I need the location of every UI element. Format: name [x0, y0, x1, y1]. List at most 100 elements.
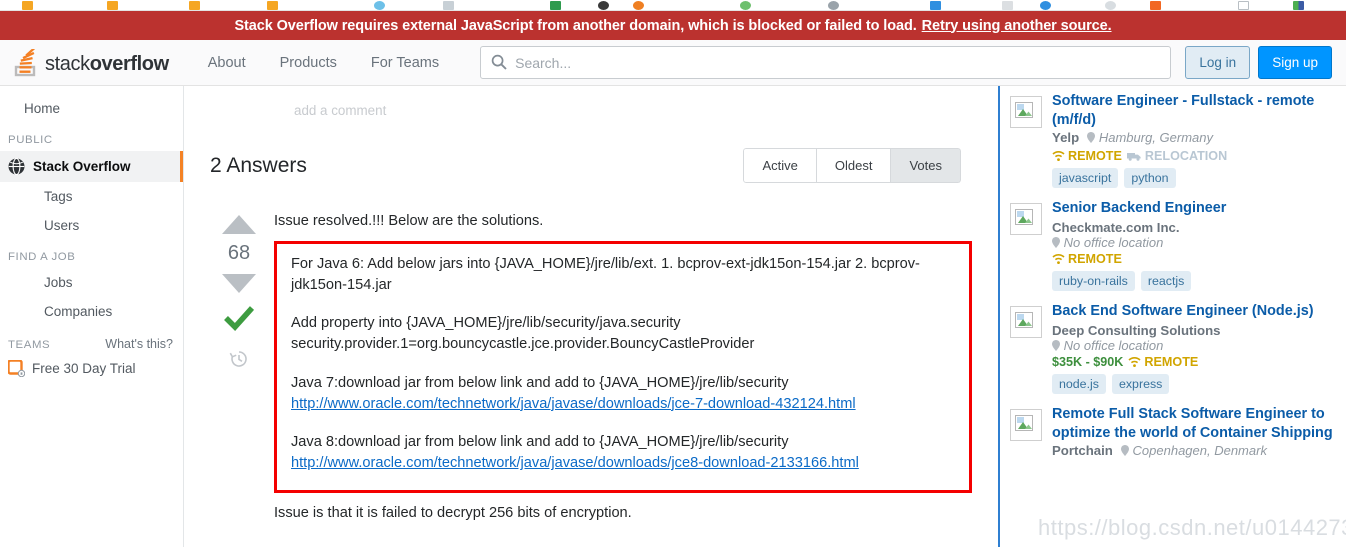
- sidebar-section-public-label: PUBLIC: [8, 134, 53, 146]
- remote-badge-label: REMOTE: [1068, 149, 1122, 164]
- drive-icon[interactable]: [828, 1, 839, 10]
- sidebar-item-companies[interactable]: Companies: [0, 297, 183, 326]
- watermark: https://blog.csdn.net/u014427391: [1038, 515, 1346, 540]
- bookmark-icon[interactable]: [107, 1, 118, 10]
- answer-property-line1: Add property into {JAVA_HOME}/jre/lib/se…: [291, 315, 681, 332]
- sidebar-item-jobs[interactable]: Jobs: [0, 268, 183, 297]
- remote-badge: REMOTE: [1052, 252, 1122, 266]
- highlighted-answer-region: For Java 6: Add below jars into {JAVA_HO…: [274, 241, 972, 494]
- whats-this-link[interactable]: What's this?: [105, 337, 173, 351]
- remote-badge-label: REMOTE: [1068, 252, 1122, 267]
- sidebar-item-stack-overflow[interactable]: Stack Overflow: [0, 151, 183, 182]
- job-tag[interactable]: express: [1111, 373, 1170, 394]
- browser-bookmark-bar[interactable]: [0, 0, 1346, 11]
- job-tag[interactable]: javascript: [1052, 168, 1119, 189]
- search-input[interactable]: Search...: [480, 46, 1172, 79]
- logo-text-light: stack: [45, 52, 90, 75]
- salary-badge: $35K - $90K: [1052, 354, 1124, 369]
- jce8-download-link[interactable]: http://www.oracle.com/technetwork/java/j…: [291, 455, 859, 471]
- tab-active[interactable]: Active: [743, 148, 817, 183]
- retry-link[interactable]: Retry using another source.: [922, 18, 1112, 34]
- revision-history-icon[interactable]: [229, 349, 249, 369]
- bookmark-icon[interactable]: [189, 1, 200, 10]
- answer-paragraph-java8: Java 8:download jar from below link and …: [291, 432, 955, 474]
- sidebar-item-label: Stack Overflow: [33, 159, 131, 174]
- sidebar-item-free-trial[interactable]: Free 30 Day Trial: [0, 356, 183, 381]
- job-company: Portchain: [1052, 443, 1113, 459]
- bookmark-icon[interactable]: [267, 1, 278, 10]
- stackoverflow-logo[interactable]: stackoverflow: [14, 46, 169, 77]
- stackoverflow-logo-icon: [14, 46, 40, 77]
- twitter-icon[interactable]: [1040, 1, 1051, 10]
- answer-paragraph-property: Add property into {JAVA_HOME}/jre/lib/se…: [291, 313, 955, 355]
- job-tag[interactable]: node.js: [1052, 373, 1106, 394]
- job-listing[interactable]: Software Engineer - Fullstack - remote (…: [1010, 92, 1336, 189]
- sidebar-trial-label: Free 30 Day Trial: [32, 361, 136, 376]
- downvote-arrow-icon[interactable]: [222, 274, 256, 293]
- answers-header: 2 Answers Active Oldest Votes: [210, 148, 972, 183]
- flame-icon[interactable]: [1150, 1, 1161, 10]
- sidebar-section-find-a-job: FIND A JOB: [0, 240, 183, 268]
- job-tag[interactable]: ruby-on-rails: [1052, 271, 1135, 292]
- job-title[interactable]: Software Engineer - Fullstack - remote (…: [1052, 92, 1336, 129]
- answer-item: 68 Issue resolved.!!! Below are the solu…: [210, 205, 972, 521]
- window-icon[interactable]: [1238, 1, 1249, 10]
- sidebar-item-users[interactable]: Users: [0, 211, 183, 240]
- sidebar-section-teams: TEAMS What's this?: [0, 326, 183, 356]
- bookmark-icon[interactable]: [22, 1, 33, 10]
- login-button[interactable]: Log in: [1185, 46, 1251, 79]
- job-listing[interactable]: Remote Full Stack Software Engineer to o…: [1010, 405, 1336, 460]
- job-tag[interactable]: reactjs: [1140, 271, 1192, 292]
- add-comment-link[interactable]: add a comment: [210, 86, 972, 118]
- job-info: Software Engineer - Fullstack - remote (…: [1052, 92, 1336, 189]
- chrome-icon[interactable]: [598, 1, 609, 10]
- nav-about[interactable]: About: [191, 40, 263, 86]
- sidebar-item-tags[interactable]: Tags: [0, 182, 183, 211]
- signup-button[interactable]: Sign up: [1258, 46, 1332, 79]
- apple-icon[interactable]: [740, 1, 751, 10]
- answer-property-line2: security.provider.1=org.bouncycastle.jce…: [291, 336, 755, 353]
- search-container[interactable]: Search...: [480, 46, 1172, 79]
- sidebar-section-job-label: FIND A JOB: [8, 251, 76, 263]
- job-tags: javascript python: [1052, 168, 1336, 189]
- answer-body: Issue resolved.!!! Below are the solutio…: [268, 205, 972, 521]
- nav-products[interactable]: Products: [263, 40, 354, 86]
- job-title[interactable]: Remote Full Stack Software Engineer to o…: [1052, 405, 1336, 442]
- main-content: add a comment 2 Answers Active Oldest Vo…: [184, 86, 998, 547]
- sidebar-section-teams-label: TEAMS: [8, 339, 51, 351]
- page-icon[interactable]: [443, 1, 454, 10]
- download-icon[interactable]: [1002, 1, 1013, 10]
- firefox-icon[interactable]: [633, 1, 644, 10]
- job-title[interactable]: Senior Backend Engineer: [1052, 199, 1336, 218]
- job-info: Senior Backend Engineer Checkmate.com In…: [1052, 199, 1336, 292]
- logo-wordmark: stackoverflow: [45, 54, 169, 77]
- sun-icon[interactable]: [1105, 1, 1116, 10]
- job-company: Deep Consulting Solutions: [1052, 322, 1221, 338]
- job-title[interactable]: Back End Software Engineer (Node.js): [1052, 302, 1336, 321]
- answer-sort-tabs: Active Oldest Votes: [743, 148, 961, 183]
- tab-oldest[interactable]: Oldest: [816, 148, 892, 183]
- answer-paragraph-java7: Java 7:download jar from below link and …: [291, 373, 955, 415]
- job-tag[interactable]: python: [1124, 168, 1176, 189]
- job-badges: REMOTE RELOCATION: [1052, 149, 1336, 163]
- grid-icon[interactable]: [1293, 1, 1304, 10]
- remote-badge-label: REMOTE: [1144, 354, 1199, 369]
- job-badges: $35K - $90K REMOTE: [1052, 355, 1336, 369]
- nav-for-teams[interactable]: For Teams: [354, 40, 456, 86]
- cloud-icon[interactable]: [930, 1, 941, 10]
- job-info: Back End Software Engineer (Node.js) Dee…: [1052, 302, 1336, 394]
- jce7-download-link[interactable]: http://www.oracle.com/technetwork/java/j…: [291, 396, 856, 412]
- javascript-blocked-banner: Stack Overflow requires external JavaScr…: [0, 11, 1346, 40]
- vote-count: 68: [227, 242, 251, 264]
- job-location-text: No office location: [1063, 337, 1164, 353]
- sidebar-item-home[interactable]: Home: [0, 94, 183, 123]
- globe-icon[interactable]: [374, 1, 385, 10]
- leaf-icon[interactable]: [550, 1, 561, 10]
- job-logo-placeholder-icon: [1010, 408, 1042, 441]
- job-location: No office location: [1052, 338, 1336, 353]
- upvote-arrow-icon[interactable]: [222, 215, 256, 234]
- globe-icon: [8, 157, 25, 176]
- job-listing[interactable]: Back End Software Engineer (Node.js) Dee…: [1010, 302, 1336, 394]
- job-listing[interactable]: Senior Backend Engineer Checkmate.com In…: [1010, 199, 1336, 292]
- tab-votes[interactable]: Votes: [891, 148, 961, 183]
